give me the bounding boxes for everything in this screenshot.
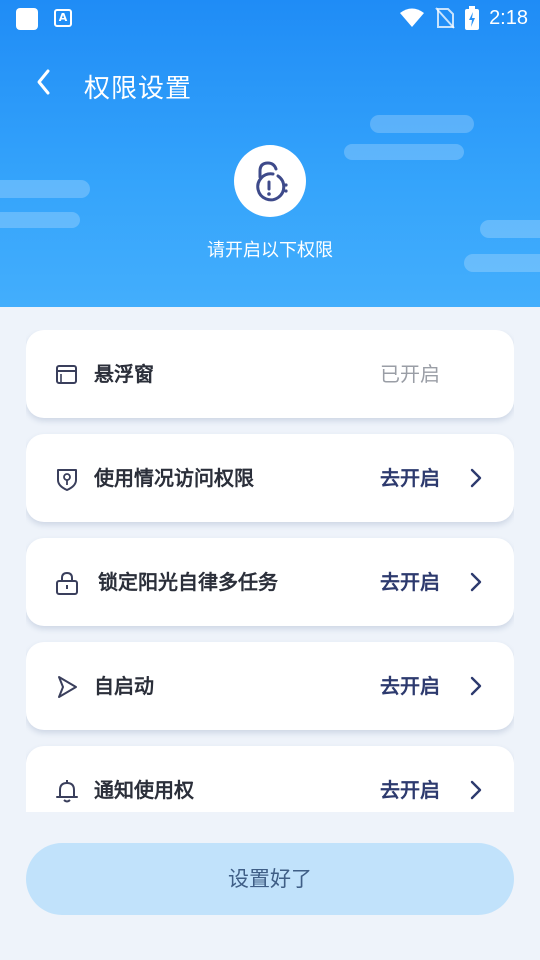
header-banner: A 2:18 权限设置 请开启以下权限 xyxy=(0,0,540,307)
back-button[interactable] xyxy=(26,64,66,104)
permission-status: 已开启 xyxy=(380,362,440,386)
cloud-decoration xyxy=(344,144,464,160)
lock-icon xyxy=(56,571,78,595)
permission-item-lock-multitask[interactable]: 锁定阳光自律多任务 去开启 xyxy=(26,538,514,626)
permission-label: 悬浮窗 xyxy=(94,362,154,386)
permission-label: 使用情况访问权限 xyxy=(94,466,254,490)
chevron-right-icon xyxy=(470,780,482,800)
app-notification-icon: A xyxy=(54,9,72,27)
unlock-badge xyxy=(234,145,306,217)
no-sim-icon xyxy=(435,7,455,29)
permission-label: 自启动 xyxy=(94,674,154,698)
permission-label: 锁定阳光自律多任务 xyxy=(98,570,278,594)
window-icon xyxy=(56,365,77,384)
permission-label: 通知使用权 xyxy=(94,778,194,802)
chevron-right-icon xyxy=(470,676,482,696)
permission-item-usage-access[interactable]: 使用情况访问权限 去开启 xyxy=(26,434,514,522)
play-icon xyxy=(58,676,77,698)
done-button[interactable]: 设置好了 xyxy=(26,843,514,915)
notification-icon xyxy=(16,8,38,30)
unlock-icon xyxy=(256,161,288,202)
title-bar: 权限设置 xyxy=(0,56,540,112)
enable-button[interactable]: 去开启 xyxy=(380,642,440,730)
status-time: 2:18 xyxy=(489,6,528,29)
cloud-decoration xyxy=(0,180,90,198)
page-subtitle: 请开启以下权限 xyxy=(207,240,333,261)
wifi-icon xyxy=(400,8,425,27)
permission-list: 悬浮窗 已开启 使用情况访问权限 去开启 锁定阳光自律多任务 去开启 自启动 去… xyxy=(26,330,514,812)
cloud-decoration xyxy=(0,212,80,228)
battery-charging-icon xyxy=(465,6,480,30)
permission-item-overlay: 悬浮窗 已开启 xyxy=(26,330,514,418)
chevron-left-icon xyxy=(37,69,50,95)
page-title: 权限设置 xyxy=(84,74,193,104)
cloud-decoration xyxy=(370,115,474,133)
shield-key-icon xyxy=(57,469,77,491)
enable-button[interactable]: 去开启 xyxy=(380,538,440,626)
enable-button[interactable]: 去开启 xyxy=(380,434,440,522)
chevron-right-icon xyxy=(470,468,482,488)
status-bar: A 2:18 xyxy=(0,0,540,36)
permission-item-notification-access[interactable]: 通知使用权 去开启 xyxy=(26,746,514,812)
bell-icon xyxy=(56,780,78,803)
chevron-right-icon xyxy=(470,572,482,592)
permission-item-autostart[interactable]: 自启动 去开启 xyxy=(26,642,514,730)
enable-button[interactable]: 去开启 xyxy=(380,746,440,812)
